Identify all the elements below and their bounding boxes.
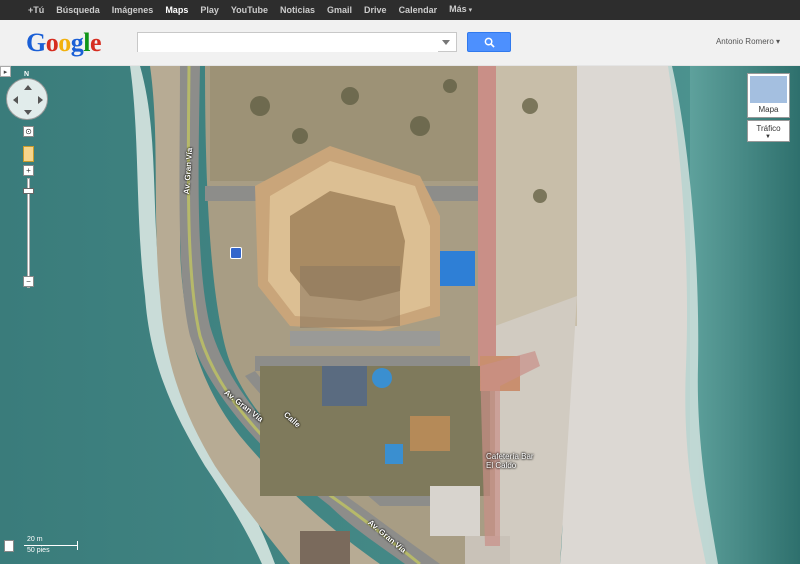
search-input[interactable] [138, 34, 438, 52]
compass-north-label: N [24, 71, 30, 78]
zoom-in-button[interactable]: + [23, 165, 34, 176]
logo-letter: o [45, 28, 59, 57]
logo-letter: l [83, 28, 90, 57]
nav-noticias[interactable]: Noticias [274, 0, 321, 20]
logo-letter: g [70, 28, 84, 57]
logo-letter: e [89, 28, 102, 57]
map-layer-thumbnail [750, 76, 787, 103]
nav-mas[interactable]: Más ▾ [443, 0, 478, 21]
search-box [137, 32, 457, 52]
street-view-pegman-icon[interactable] [23, 146, 34, 162]
nav-imagenes[interactable]: Imágenes [106, 0, 160, 20]
bus-stop-icon[interactable] [230, 247, 242, 259]
logo-letter: o [58, 28, 71, 57]
dropdown-arrow-icon[interactable] [440, 36, 452, 48]
scale-bar: 20 m 50 pies [24, 536, 80, 556]
traffic-label: Tráfico [756, 124, 781, 133]
scale-imperial-label: 50 pies [27, 547, 50, 554]
side-panel-toggle[interactable]: ▸ [0, 66, 11, 77]
nav-maps[interactable]: Maps [159, 0, 194, 20]
map-layer-label: Mapa [758, 105, 779, 114]
nav-play[interactable]: Play [194, 0, 225, 20]
caret-down-icon: ▼ [765, 134, 771, 140]
google-top-bar: +Tú Búsqueda Imágenes Maps Play YouTube … [0, 0, 800, 20]
caret-down-icon: ▾ [468, 7, 473, 14]
zoom-slider-track[interactable] [27, 178, 30, 288]
poi-label-cafeteria[interactable]: Cafetería Bar El Caldo [486, 452, 534, 470]
zoom-out-button[interactable]: − [23, 276, 34, 287]
scale-line [24, 545, 78, 546]
zoom-slider-thumb[interactable] [23, 187, 34, 194]
traffic-layer-button[interactable]: Tráfico ▼ [747, 120, 790, 142]
nav-calendar[interactable]: Calendar [393, 0, 444, 20]
map-canvas[interactable]: Av. Gran Vía Av. Gran Vía Av. Gran Vía C… [0, 66, 800, 564]
satellite-imagery [0, 66, 800, 564]
scale-tick [77, 541, 78, 550]
logo-letter: G [26, 28, 46, 57]
search-button[interactable] [467, 32, 511, 52]
nav-gmail[interactable]: Gmail [321, 0, 358, 20]
map-layer-toggle[interactable]: Mapa [747, 73, 790, 118]
pan-arrows-icon [13, 85, 43, 115]
google-logo[interactable]: Google [26, 28, 102, 58]
nav-drive[interactable]: Drive [358, 0, 393, 20]
map-print-icon[interactable] [4, 540, 14, 552]
nav-youtube[interactable]: YouTube [225, 0, 274, 20]
maps-header: Google Antonio Romero ▾ [0, 20, 800, 66]
poi-cafe-line1: Cafetería Bar [486, 452, 534, 461]
nav-busqueda[interactable]: Búsqueda [50, 0, 106, 20]
scale-metric-label: 20 m [27, 536, 43, 543]
pan-control[interactable] [6, 78, 48, 120]
rotate-icon[interactable]: ⊙ [23, 126, 34, 137]
magnifier-icon [484, 37, 495, 48]
user-account-menu[interactable]: Antonio Romero ▾ [716, 37, 780, 46]
poi-cafe-line2: El Caldo [486, 461, 517, 470]
nav-plus-tu[interactable]: +Tú [22, 0, 50, 20]
nav-mas-label: Más [449, 4, 467, 14]
